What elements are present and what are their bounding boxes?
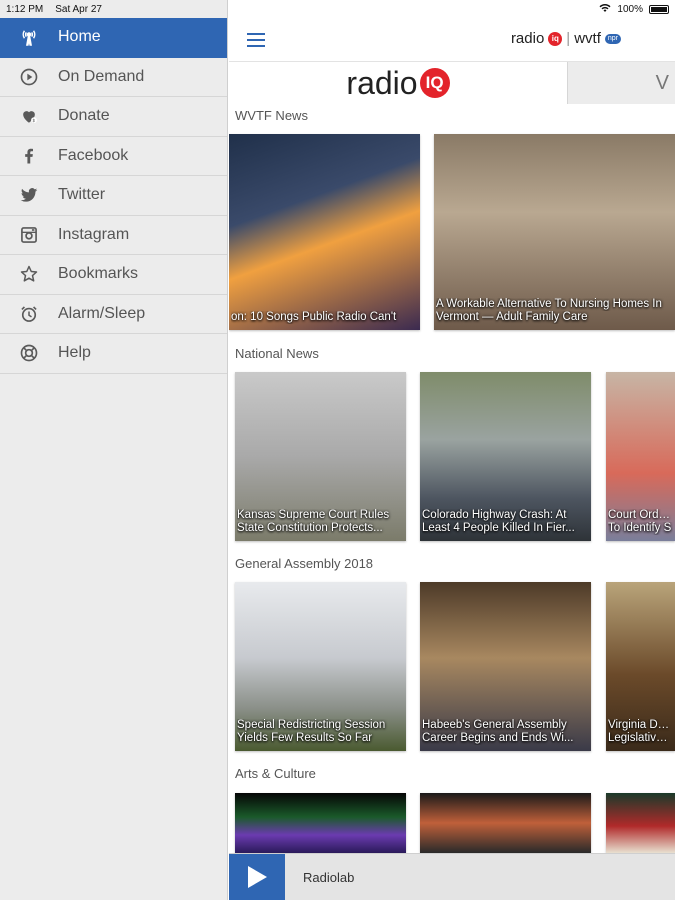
card-image: [235, 793, 406, 853]
news-card[interactable]: Virginia Dem Legislative D: [606, 582, 675, 751]
news-card[interactable]: Colorado Highway Crash: At Least 4 Peopl…: [420, 372, 591, 541]
heart-icon: $: [0, 106, 58, 126]
menu-label-home: Home: [58, 28, 101, 46]
card-image: [420, 793, 591, 853]
instagram-icon: [0, 225, 58, 245]
card-caption: Kansas Supreme Court Rules State Constit…: [237, 509, 390, 534]
help-icon: [0, 343, 58, 363]
hamburger-menu-icon[interactable]: [229, 18, 283, 62]
news-card[interactable]: Special Redistricting Session Yields Few…: [235, 582, 406, 751]
mini-player: Radiolab: [229, 853, 675, 900]
menu-label-twitter: Twitter: [58, 186, 106, 204]
battery-icon: [649, 4, 669, 14]
news-card[interactable]: on: 10 Songs Public Radio Can't: [229, 134, 420, 330]
logo-npr-badge: npr: [604, 33, 621, 44]
play-circle-icon: [0, 67, 58, 87]
logo-station-text: wvtf: [574, 30, 601, 47]
news-card[interactable]: Court Orders To Identify S: [606, 372, 675, 541]
card-caption: A Workable Alternative To Nursing Homes …: [436, 298, 662, 323]
twitter-icon: [0, 185, 58, 205]
card-image: [606, 793, 675, 853]
side-menu: Home On Demand $ Donate Facebook Twitter…: [0, 18, 227, 374]
station-tabs: radio IQ V: [229, 62, 675, 104]
logo-iq-badge: iq: [548, 31, 563, 46]
play-button[interactable]: [229, 853, 285, 900]
menu-label-bookmarks: Bookmarks: [58, 265, 139, 283]
menu-label-on-demand: On Demand: [58, 67, 145, 85]
menu-label-facebook: Facebook: [58, 146, 129, 164]
top-app-bar: radio iq | wvtf npr: [229, 18, 675, 62]
news-card[interactable]: [420, 793, 591, 853]
menu-item-instagram[interactable]: Instagram: [0, 216, 227, 255]
card-caption: Court Orders To Identify S: [608, 509, 673, 534]
menu-label-help: Help: [58, 344, 91, 362]
battery-percent: 100%: [617, 3, 643, 15]
menu-label-alarm-sleep: Alarm/Sleep: [58, 304, 146, 322]
station-tab-wvtf-label: V: [655, 71, 669, 94]
menu-item-on-demand[interactable]: On Demand: [0, 58, 227, 97]
news-card[interactable]: [235, 793, 406, 853]
menu-item-twitter[interactable]: Twitter: [0, 176, 227, 216]
status-bar-right: 100%: [599, 0, 675, 18]
sidebar: 1:12 PM Sat Apr 27 Home On Demand $ Dona…: [0, 0, 228, 900]
app-root: 1:12 PM Sat Apr 27 Home On Demand $ Dona…: [0, 0, 675, 900]
card-caption: Habeeb's General Assembly Career Begins …: [422, 719, 574, 744]
section-title-arts-culture: Arts & Culture: [235, 766, 316, 781]
card-caption: Special Redistricting Session Yields Few…: [237, 719, 386, 744]
header-logo: radio iq | wvtf npr: [511, 30, 621, 47]
radio-tower-icon: [0, 27, 58, 47]
wifi-icon: [599, 3, 611, 16]
card-caption: Virginia Dem Legislative D: [608, 719, 673, 744]
play-icon: [248, 866, 267, 888]
station-tab-iq-badge: IQ: [419, 68, 450, 98]
card-image: [229, 134, 420, 330]
menu-label-instagram: Instagram: [58, 225, 130, 243]
news-card[interactable]: A Workable Alternative To Nursing Homes …: [434, 134, 675, 330]
facebook-icon: [0, 146, 58, 166]
logo-separator: |: [566, 30, 571, 47]
player-title: Radiolab: [303, 869, 355, 885]
menu-item-facebook[interactable]: Facebook: [0, 137, 227, 176]
menu-label-donate: Donate: [58, 107, 110, 125]
menu-item-home[interactable]: Home: [0, 18, 227, 58]
news-card[interactable]: Habeeb's General Assembly Career Begins …: [420, 582, 591, 751]
section-title-wvtf-news: WVTF News: [235, 108, 308, 123]
main-content: 100% radio iq | wvtf npr radio IQ V WVTF…: [229, 0, 675, 900]
logo-radio-text: radio: [510, 30, 545, 47]
news-card[interactable]: Kansas Supreme Court Rules State Constit…: [235, 372, 406, 541]
menu-item-bookmarks[interactable]: Bookmarks: [0, 255, 227, 295]
station-tab-radioiq[interactable]: radio IQ: [229, 62, 567, 104]
status-time: 1:12 PM: [6, 3, 44, 15]
menu-item-donate[interactable]: $ Donate: [0, 97, 227, 137]
status-bar-left: 1:12 PM Sat Apr 27: [0, 0, 227, 18]
card-caption: Colorado Highway Crash: At Least 4 Peopl…: [422, 509, 575, 534]
section-title-general-assembly: General Assembly 2018: [235, 556, 374, 571]
status-date: Sat Apr 27: [55, 3, 102, 15]
menu-item-help[interactable]: Help: [0, 334, 227, 374]
station-tab-radioiq-label: radio: [346, 64, 418, 101]
news-card[interactable]: [606, 793, 675, 853]
section-title-national-news: National News: [235, 346, 319, 361]
menu-item-alarm-sleep[interactable]: Alarm/Sleep: [0, 295, 227, 334]
star-icon: [0, 264, 58, 284]
station-tab-wvtf[interactable]: V: [567, 62, 675, 104]
alarm-clock-icon: [0, 304, 58, 324]
card-caption: on: 10 Songs Public Radio Can't: [231, 311, 397, 323]
